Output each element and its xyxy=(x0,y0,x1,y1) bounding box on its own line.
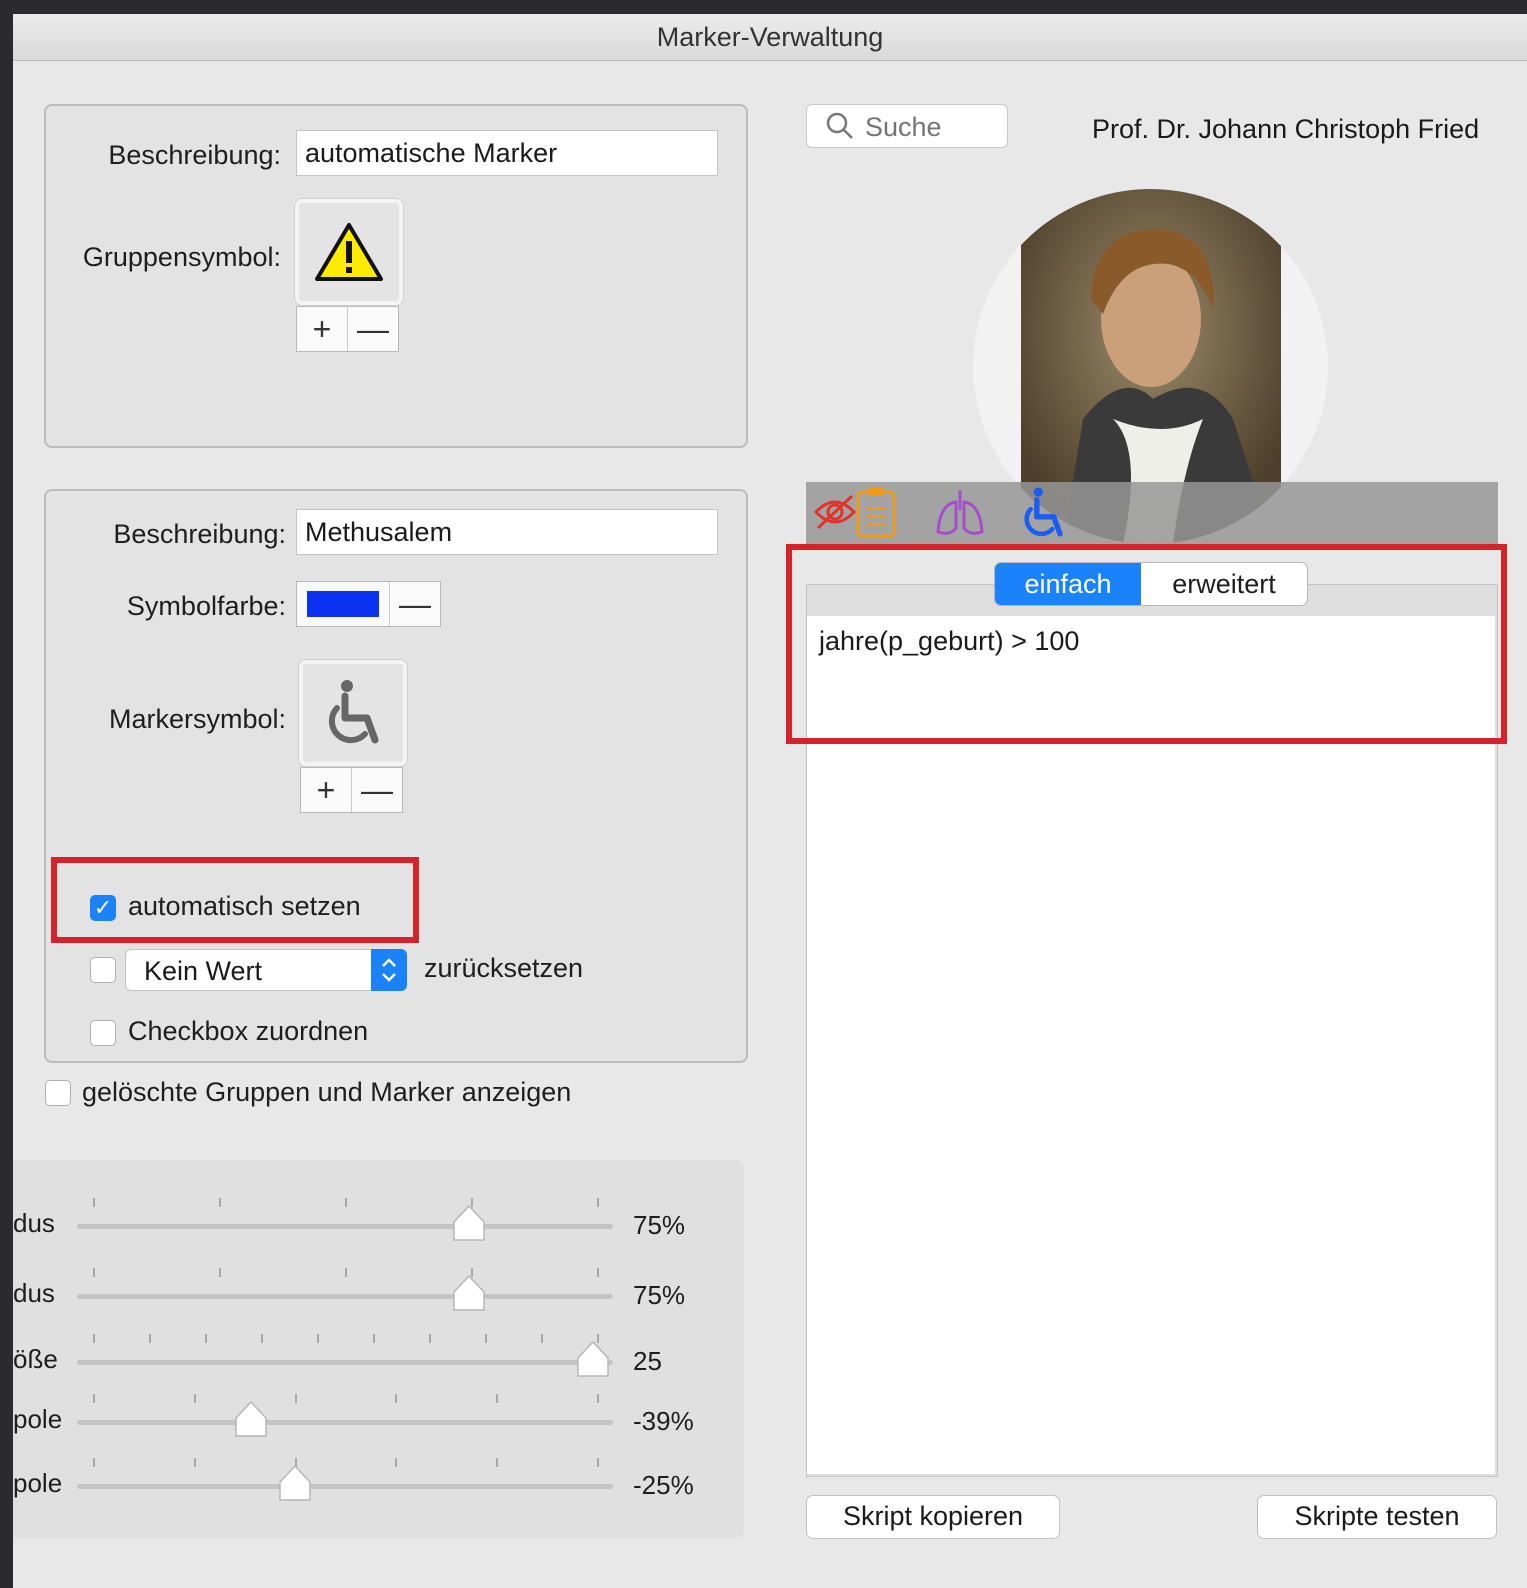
search-field[interactable] xyxy=(806,104,1008,148)
eye-speech-icon[interactable] xyxy=(810,488,860,538)
slider-thumb[interactable] xyxy=(277,1462,313,1502)
reset-value-select-text: Kein Wert xyxy=(144,956,263,986)
reset-checkbox[interactable] xyxy=(90,957,116,983)
slider-tick xyxy=(395,1458,398,1467)
slider-tick xyxy=(373,1334,375,1343)
slider-tick xyxy=(597,1198,599,1207)
slider-tick xyxy=(93,1334,95,1343)
slider-tick xyxy=(294,1394,297,1403)
reset-value-select[interactable]: Kein Wert xyxy=(125,949,407,991)
slider-value: 25 xyxy=(633,1346,662,1376)
slider-tick xyxy=(345,1268,347,1277)
slider-track[interactable] xyxy=(77,1224,613,1229)
group-symbol-label: Gruppensymbol: xyxy=(82,242,281,272)
slider-value: -39% xyxy=(633,1406,694,1436)
window-title: Marker-Verwaltung xyxy=(13,14,1527,61)
auto-set-highlight xyxy=(51,857,419,943)
slider-tick xyxy=(496,1458,499,1467)
slider-label: dus xyxy=(13,1208,55,1238)
marker-management-window: Marker-Verwaltung Beschreibung: automati… xyxy=(13,14,1527,1588)
slider-tick xyxy=(93,1394,95,1403)
symbol-color-swatch xyxy=(307,591,379,617)
show-deleted-checkbox[interactable] xyxy=(45,1080,71,1106)
clipboard-icon[interactable] xyxy=(854,486,898,540)
slider-tick xyxy=(541,1334,543,1343)
slider-thumb[interactable] xyxy=(233,1398,269,1438)
slider-tick xyxy=(496,1394,499,1403)
script-editor[interactable]: jahre(p_geburt) > 100 xyxy=(807,616,1495,1474)
slider-tick xyxy=(193,1394,196,1403)
slider-track[interactable] xyxy=(77,1484,613,1489)
slider-tick xyxy=(93,1458,95,1467)
marker-symbol-add-remove: + — xyxy=(300,767,403,813)
slider-tick xyxy=(93,1268,95,1277)
slider-tick xyxy=(261,1334,263,1343)
assign-checkbox[interactable] xyxy=(90,1020,116,1046)
slider-tick xyxy=(429,1334,431,1343)
slider-thumb[interactable] xyxy=(451,1202,487,1242)
lungs-icon[interactable] xyxy=(932,486,988,540)
slider-label: pole xyxy=(13,1404,63,1434)
marker-symbol-remove-button[interactable]: — xyxy=(351,768,402,812)
slider-value: 75% xyxy=(633,1280,686,1310)
slider-label: öße xyxy=(13,1344,58,1374)
group-symbol-well[interactable] xyxy=(294,198,404,306)
slider-tick xyxy=(597,1394,599,1403)
show-deleted-label: gelöschte Gruppen und Marker anzeigen xyxy=(82,1077,572,1107)
slider-value: 75% xyxy=(633,1210,686,1240)
marker-strip xyxy=(806,482,1498,544)
test-scripts-button[interactable]: Skripte testen xyxy=(1257,1495,1497,1539)
group-panel: Beschreibung: automatische Marker Gruppe… xyxy=(44,104,748,448)
symbol-color-well[interactable] xyxy=(297,582,389,626)
marker-description-label: Beschreibung: xyxy=(113,519,286,549)
marker-symbol-add-button[interactable]: + xyxy=(301,768,351,812)
slider-label: pole xyxy=(13,1468,63,1498)
marker-symbol-label: Markersymbol: xyxy=(108,704,286,734)
marker-panel: Beschreibung: Methusalem Symbolfarbe: — … xyxy=(44,489,748,1063)
assign-checkbox-label: Checkbox zuordnen xyxy=(128,1016,369,1046)
group-description-label: Beschreibung: xyxy=(108,140,281,170)
symbol-color-label: Symbolfarbe: xyxy=(126,591,286,621)
select-stepper-icon xyxy=(371,949,407,991)
slider-tick xyxy=(93,1198,95,1207)
group-symbol-add-remove: + — xyxy=(296,306,399,352)
reset-label: zurücksetzen xyxy=(424,953,584,983)
sliders-panel: dus 75% dus 75% öße 25 pole -39% pole -25% xyxy=(13,1160,744,1538)
copy-script-button[interactable]: Skript kopieren xyxy=(806,1495,1060,1539)
slider-track[interactable] xyxy=(77,1360,613,1365)
slider-tick xyxy=(345,1198,347,1207)
slider-track[interactable] xyxy=(77,1420,613,1425)
script-highlight xyxy=(786,544,1507,744)
wheelchair-icon[interactable] xyxy=(1018,486,1068,540)
slider-label: dus xyxy=(13,1278,55,1308)
marker-symbol-well[interactable] xyxy=(298,659,408,767)
slider-tick xyxy=(597,1268,599,1277)
slider-tick xyxy=(219,1198,221,1207)
slider-tick xyxy=(317,1334,319,1343)
symbol-color-remove-button[interactable]: — xyxy=(389,582,440,626)
slider-tick xyxy=(219,1268,221,1277)
slider-tick xyxy=(395,1394,398,1403)
slider-track[interactable] xyxy=(77,1294,613,1299)
wheelchair-icon xyxy=(328,680,379,744)
search-icon xyxy=(826,112,853,139)
patient-name: Prof. Dr. Johann Christoph Fried xyxy=(1092,114,1480,144)
search-input[interactable] xyxy=(863,109,1005,145)
slider-value: -25% xyxy=(633,1470,694,1500)
group-symbol-remove-button[interactable]: — xyxy=(347,307,398,351)
slider-tick xyxy=(149,1334,151,1343)
slider-thumb[interactable] xyxy=(575,1338,611,1378)
slider-tick xyxy=(205,1334,207,1343)
slider-tick xyxy=(193,1458,196,1467)
group-symbol-add-button[interactable]: + xyxy=(297,307,347,351)
slider-thumb[interactable] xyxy=(451,1272,487,1312)
slider-tick xyxy=(597,1458,599,1467)
group-description-field[interactable]: automatische Marker xyxy=(296,130,718,176)
symbol-color-control: — xyxy=(296,581,441,627)
marker-description-field[interactable]: Methusalem xyxy=(296,509,718,555)
warning-icon xyxy=(315,223,383,281)
slider-tick xyxy=(485,1334,487,1343)
